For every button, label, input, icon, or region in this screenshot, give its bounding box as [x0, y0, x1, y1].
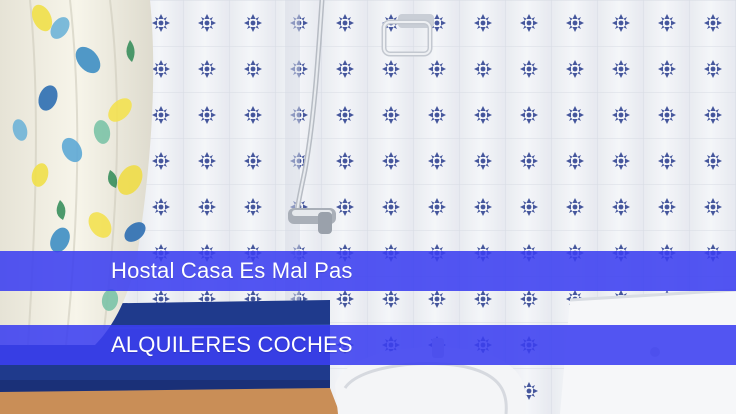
car-rental-link[interactable]: ALQUILERES COCHES [111, 332, 353, 358]
car-rental-banner[interactable]: ALQUILERES COCHES [0, 325, 736, 365]
floor [0, 388, 340, 414]
hostal-name: Hostal Casa Es Mal Pas [111, 258, 353, 283]
hostal-name-banner: Hostal Casa Es Mal Pas [0, 251, 736, 291]
